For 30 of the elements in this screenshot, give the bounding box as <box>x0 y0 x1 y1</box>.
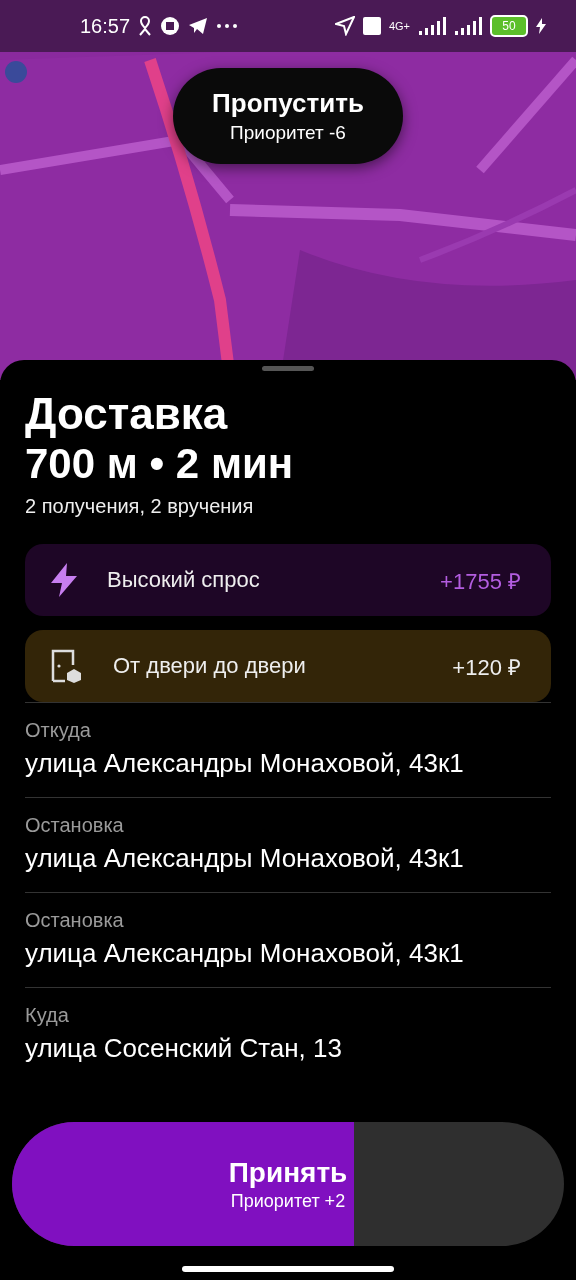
stop-address: улица Сосенский Стан, 13 <box>25 1033 343 1064</box>
lightning-icon <box>51 563 77 597</box>
stop-label: Откуда <box>25 719 92 742</box>
order-title: Доставка <box>25 389 229 439</box>
stop-label: Остановка <box>25 814 125 837</box>
telegram-icon <box>188 17 209 35</box>
bonus-amount: +1755 ₽ <box>440 568 521 595</box>
clock-time: 16:57 <box>80 14 131 38</box>
signal-icon <box>454 17 482 35</box>
bonus-amount: +120 ₽ <box>452 654 521 681</box>
stop-address: улица Александры Монаховой, 43к1 <box>25 843 465 874</box>
stop-address: улица Александры Монаховой, 43к1 <box>25 748 465 779</box>
location-icon <box>334 16 355 36</box>
more-icon <box>216 23 239 29</box>
door-box-icon <box>51 649 83 683</box>
battery-icon: 50 <box>490 15 528 37</box>
network-type: 4G+ <box>388 20 410 32</box>
distance-time: 700 м • 2 мин <box>25 439 295 489</box>
charging-icon <box>536 18 546 34</box>
skip-button[interactable]: Пропустить Приоритет -6 <box>173 68 403 164</box>
stop-label: Куда <box>25 1004 70 1027</box>
bonus-label: Высокий спрос <box>107 567 261 593</box>
accept-button[interactable]: Принять Приоритет +2 <box>12 1122 564 1246</box>
stop-label: Остановка <box>25 909 125 932</box>
bonus-label: От двери до двери <box>113 653 307 679</box>
stop-address: улица Александры Монаховой, 43к1 <box>25 938 465 969</box>
home-indicator[interactable] <box>182 1266 394 1272</box>
order-details: 2 получения, 2 вручения <box>25 495 255 518</box>
drag-handle[interactable] <box>262 366 314 371</box>
signal-icon <box>418 17 446 35</box>
